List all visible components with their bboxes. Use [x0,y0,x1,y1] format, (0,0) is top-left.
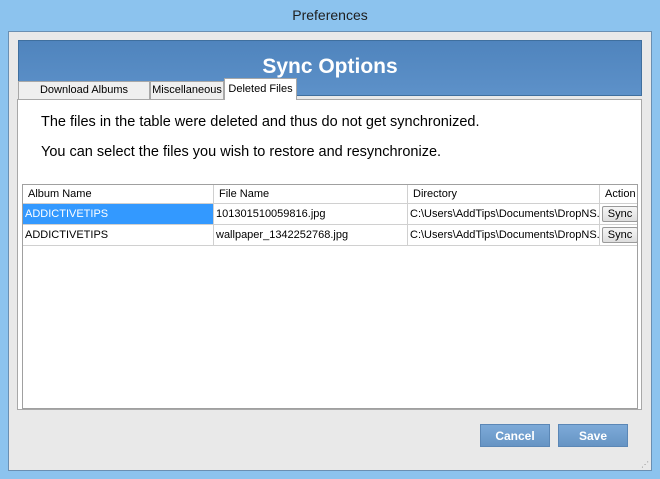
resize-grip-icon[interactable]: ⋰ [641,460,649,469]
file-name-cell[interactable]: wallpaper_1342252768.jpg [214,225,408,245]
window-title: Preferences [292,7,368,23]
preferences-dialog: Sync Options Download Albums Settings Mi… [8,31,652,471]
column-header-album-name[interactable]: Album Name [23,185,214,203]
tab-miscellaneous[interactable]: Miscellaneous [150,81,224,99]
tab-deleted-files[interactable]: Deleted Files [224,78,297,100]
column-header-file-name[interactable]: File Name [214,185,408,203]
save-button[interactable]: Save [558,424,628,447]
description-line-1: The files in the table were deleted and … [41,114,480,130]
header-title: Sync Options [262,55,398,78]
album-name-cell[interactable]: ADDICTIVETIPS [23,225,214,245]
deleted-files-table: Album Name File Name Directory Action AD… [22,184,638,409]
table-header: Album Name File Name Directory Action [23,185,637,204]
tab-download-albums-settings[interactable]: Download Albums Settings [18,81,150,113]
directory-cell[interactable]: C:\Users\AddTips\Documents\DropNS... [408,204,600,224]
table-row[interactable]: ADDICTIVETIPS wallpaper_1342252768.jpg C… [23,225,637,246]
deleted-files-panel: The files in the table were deleted and … [17,99,642,410]
directory-cell[interactable]: C:\Users\AddTips\Documents\DropNS... [408,225,600,245]
column-header-directory[interactable]: Directory [408,185,600,203]
sync-button[interactable]: Sync [602,206,637,222]
column-header-action[interactable]: Action [600,185,637,203]
description-line-2: You can select the files you wish to res… [41,144,442,160]
table-row[interactable]: ADDICTIVETIPS 101301510059816.jpg C:\Use… [23,204,637,225]
sync-button[interactable]: Sync [602,227,637,243]
action-cell: Sync [600,204,637,224]
action-cell: Sync [600,225,637,245]
album-name-cell[interactable]: ADDICTIVETIPS [23,204,214,224]
file-name-cell[interactable]: 101301510059816.jpg [214,204,408,224]
cancel-button[interactable]: Cancel [480,424,550,447]
